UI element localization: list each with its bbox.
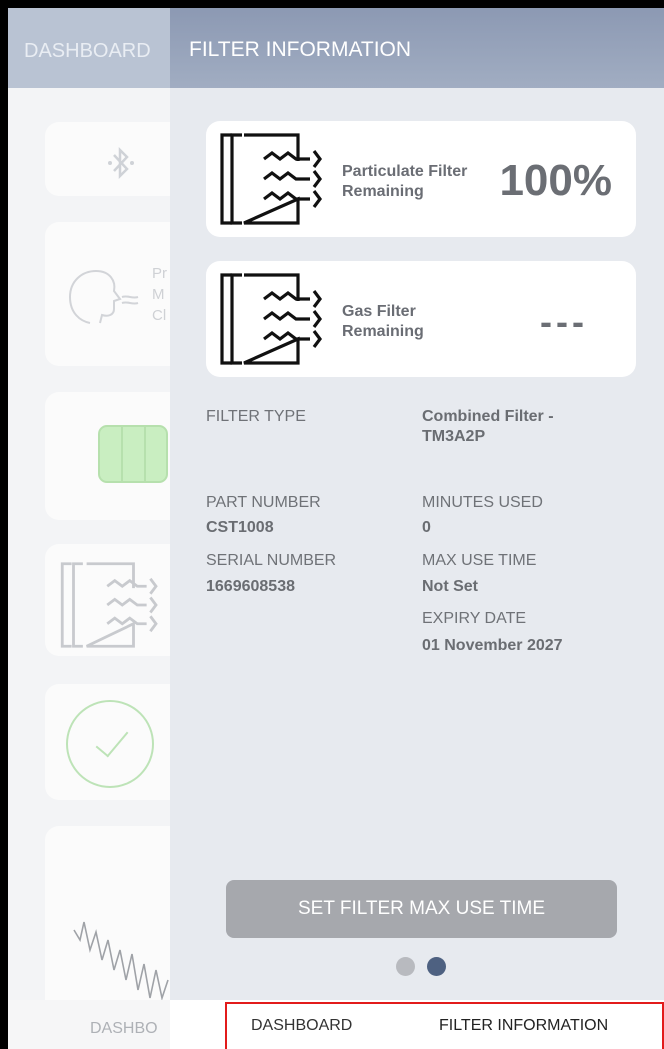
filter-icon: [60, 562, 158, 648]
set-filter-max-use-time-button[interactable]: SET FILTER MAX USE TIME: [226, 880, 617, 938]
footer-dashboard-label: DASHBO: [90, 1020, 158, 1037]
serial-number-label: SERIAL NUMBER: [206, 552, 337, 569]
gas-filter-value: ---: [540, 301, 588, 342]
gas-filter-card: Gas Filter Remaining ---: [206, 261, 636, 377]
minutes-used-label: MINUTES USED: [422, 494, 543, 511]
bluetooth-icon: [108, 146, 134, 180]
gas-label-line2: Remaining: [342, 323, 424, 340]
expiry-date-label: EXPIRY DATE: [422, 610, 527, 627]
gas-filter-label: Gas Filter Remaining: [342, 302, 424, 342]
person-breathing-icon: [68, 269, 139, 324]
particulate-label-line2: Remaining: [342, 183, 424, 200]
filter-type-value-line1: Combined Filter -: [422, 408, 554, 425]
page-dot-1[interactable]: [396, 957, 415, 976]
tab-filter-information[interactable]: FILTER INFORMATION: [439, 1017, 608, 1035]
particulate-filter-value: 100%: [499, 156, 612, 205]
particulate-filter-label: Particulate Filter Remaining: [342, 162, 467, 202]
dashboard-title: DASHBOARD: [24, 40, 151, 62]
tab-dashboard[interactable]: DASHBOARD: [251, 1017, 352, 1035]
particulate-filter-icon: [220, 133, 322, 225]
max-use-time-label: MAX USE TIME: [422, 552, 537, 569]
part-number-value: CST1008: [206, 519, 274, 536]
battery-icon: [98, 425, 168, 483]
minutes-used-value: 0: [422, 519, 431, 536]
particulate-filter-card: Particulate Filter Remaining 100%: [206, 121, 636, 237]
card-text-fragment: Cl: [152, 307, 167, 324]
gas-filter-icon: [220, 273, 322, 365]
expiry-date-value: 01 November 2027: [422, 637, 563, 654]
gas-label-line1: Gas Filter: [342, 303, 416, 320]
filter-type-value-line2: TM3A2P: [422, 428, 486, 445]
check-circle-icon: [66, 700, 154, 788]
particulate-label-line1: Particulate Filter: [342, 163, 468, 180]
part-number-label: PART NUMBER: [206, 494, 321, 511]
serial-number-value: 1669608538: [206, 578, 295, 595]
filter-type-label: FILTER TYPE: [206, 408, 306, 425]
max-use-time-value: Not Set: [422, 578, 478, 595]
status-bar: [0, 0, 664, 8]
app-screen: DASHBOARD Pr M Cl DASHBO FILTER INFORMAT…: [0, 0, 664, 1049]
page-title: FILTER INFORMATION: [189, 38, 412, 61]
card-text-fragment: Pr: [152, 265, 167, 282]
card-text-fragment: M: [152, 286, 165, 303]
waveform-icon: [73, 921, 169, 1000]
screen-edge: [0, 0, 8, 1049]
page-dot-2-active[interactable]: [427, 957, 446, 976]
